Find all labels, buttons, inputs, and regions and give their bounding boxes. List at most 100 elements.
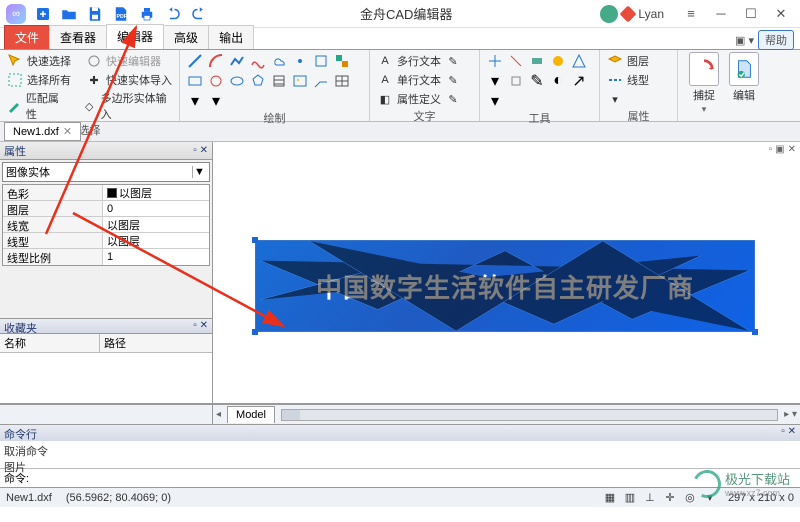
draw-point[interactable] (291, 52, 309, 70)
ltype-btn[interactable]: 线型 (606, 71, 649, 89)
edit-button[interactable]: 编辑 (726, 52, 762, 115)
tool-10[interactable]: ↗ (570, 72, 588, 90)
dropdown-icon[interactable]: ▼ (192, 166, 206, 178)
cmd-pin-icon[interactable]: ▫ ✕ (781, 426, 796, 440)
prop-lt-value[interactable]: 以图层 (103, 233, 209, 248)
ortho-icon[interactable]: ⊥ (642, 490, 658, 506)
draw-ext2[interactable]: ▾ (207, 92, 225, 110)
prop-layer-value[interactable]: 0 (103, 201, 209, 216)
draw-rect[interactable] (186, 72, 204, 90)
capture-button[interactable]: 捕捉▾ (686, 52, 722, 115)
entity-type-combo[interactable]: 图像实体▼ (2, 162, 210, 182)
draw-ext1[interactable]: ▾ (186, 92, 204, 110)
open-button[interactable] (56, 3, 82, 25)
tabs-scroll-right[interactable]: ▸ ▾ (784, 409, 797, 420)
pane-icon-2[interactable]: ▣ (775, 144, 784, 155)
pane-icon-1[interactable]: ▫ (769, 144, 773, 155)
tool-2[interactable] (507, 52, 525, 70)
tool-3[interactable] (528, 52, 546, 70)
tab-output[interactable]: 输出 (208, 25, 254, 49)
draw-spline[interactable] (249, 52, 267, 70)
tool-4[interactable] (549, 52, 567, 70)
help-button[interactable]: 帮助 (758, 30, 794, 50)
tool-1[interactable] (486, 52, 504, 70)
tool-8[interactable]: ✎ (528, 72, 546, 90)
layer-btn[interactable]: 图层 (606, 52, 649, 70)
layer-ext[interactable]: ▾ (606, 90, 624, 108)
app-title: 金舟CAD编辑器 (212, 4, 600, 23)
avatar-icon[interactable] (600, 5, 618, 23)
stext[interactable]: A单行文本✎ (376, 71, 462, 89)
fav-col-name[interactable]: 名称 (0, 334, 100, 352)
minimize-button[interactable]: ─ (708, 6, 734, 21)
pane-icon-3[interactable]: ✕ (788, 144, 796, 155)
fav-col-path[interactable]: 路径 (100, 334, 130, 352)
select-all[interactable]: 选择所有✚快速实体导入 (6, 71, 172, 89)
draw-cloud[interactable] (270, 52, 288, 70)
new-button[interactable] (30, 3, 56, 25)
maximize-button[interactable]: ☐ (738, 6, 764, 22)
entity-import[interactable]: ✚ (85, 71, 103, 89)
draw-table[interactable] (333, 72, 351, 90)
close-tab-icon[interactable]: ✕ (63, 125, 72, 138)
snap-icon[interactable]: ▦ (602, 490, 618, 506)
selected-image-entity[interactable]: 中国数字生活软件自主研发厂商 (255, 240, 755, 332)
tab-editor[interactable]: 编辑器 (106, 24, 164, 49)
tool-6[interactable]: ▾ (486, 72, 504, 90)
document-tab[interactable]: New1.dxf✕ (4, 122, 81, 141)
tabs-scroll-left[interactable]: ◂ (216, 409, 221, 420)
panel-pin-icon[interactable]: ▫ ✕ (193, 145, 208, 156)
draw-line[interactable] (186, 52, 204, 70)
tab-advanced[interactable]: 高级 (163, 25, 209, 49)
group-label-text: 文字 (376, 108, 473, 122)
print-button[interactable] (134, 3, 160, 25)
draw-polygon[interactable] (249, 72, 267, 90)
favorites-header: 收藏夹▫ ✕ (0, 318, 212, 334)
tab-file[interactable]: 文件 (4, 25, 50, 49)
collapse-ribbon-button[interactable]: ▣ ▾ (735, 34, 754, 47)
save-button[interactable] (82, 3, 108, 25)
close-button[interactable]: ✕ (768, 6, 794, 22)
draw-circle[interactable] (207, 72, 225, 90)
resize-handle[interactable] (752, 329, 758, 335)
hscrollbar[interactable] (281, 409, 778, 421)
polar-icon[interactable]: ✛ (662, 490, 678, 506)
fav-pin-icon[interactable]: ▫ ✕ (193, 320, 208, 332)
tab-viewer[interactable]: 查看器 (49, 25, 107, 49)
command-output: 取消命令 图片 (0, 441, 800, 469)
tool-9[interactable]: ◐ (549, 72, 567, 90)
draw-leader[interactable] (312, 72, 330, 90)
status-file: New1.dxf (6, 492, 52, 504)
draw-block1[interactable] (312, 52, 330, 70)
prop-lw-value[interactable]: 以图层 (103, 217, 209, 232)
undo-button[interactable] (160, 3, 186, 25)
tool-11[interactable]: ▾ (486, 92, 504, 110)
redo-button[interactable] (186, 3, 212, 25)
menu-button[interactable]: ≡ (678, 6, 704, 21)
match-props[interactable]: 匹配属性◇多边形实体输入 (6, 90, 173, 122)
pdf-button[interactable]: PDF (108, 3, 134, 25)
mtext[interactable]: A多行文本✎ (376, 52, 462, 70)
command-input[interactable] (33, 472, 796, 484)
draw-block2[interactable] (333, 52, 351, 70)
draw-polyline[interactable] (228, 52, 246, 70)
quick-editor[interactable] (85, 52, 103, 70)
polygon-input[interactable]: ◇ (81, 97, 98, 115)
tool-5[interactable] (570, 52, 588, 70)
main-tabs: 文件 查看器 编辑器 高级 输出 ▣ ▾ 帮助 (0, 28, 800, 50)
draw-ellipse[interactable] (228, 72, 246, 90)
draw-hatch[interactable] (270, 72, 288, 90)
prop-color-value[interactable]: 以图层 (103, 185, 209, 200)
attdef[interactable]: ◧属性定义✎ (376, 90, 462, 108)
grid-icon[interactable]: ▥ (622, 490, 638, 506)
command-panel: 命令行▫ ✕ 取消命令 图片 命令: (0, 424, 800, 487)
prop-lts-value[interactable]: 1 (103, 249, 209, 265)
canvas[interactable]: ▫▣ ✕ 中国数字生活软件自主研发厂商 (213, 142, 800, 403)
tool-7[interactable] (507, 72, 525, 90)
model-tab[interactable]: Model (227, 406, 275, 423)
quick-select[interactable]: 快速选择快速编辑器 (6, 52, 161, 70)
gem-icon (620, 5, 637, 22)
draw-arc[interactable] (207, 52, 225, 70)
username: Lyan (638, 7, 664, 21)
draw-image[interactable] (291, 72, 309, 90)
